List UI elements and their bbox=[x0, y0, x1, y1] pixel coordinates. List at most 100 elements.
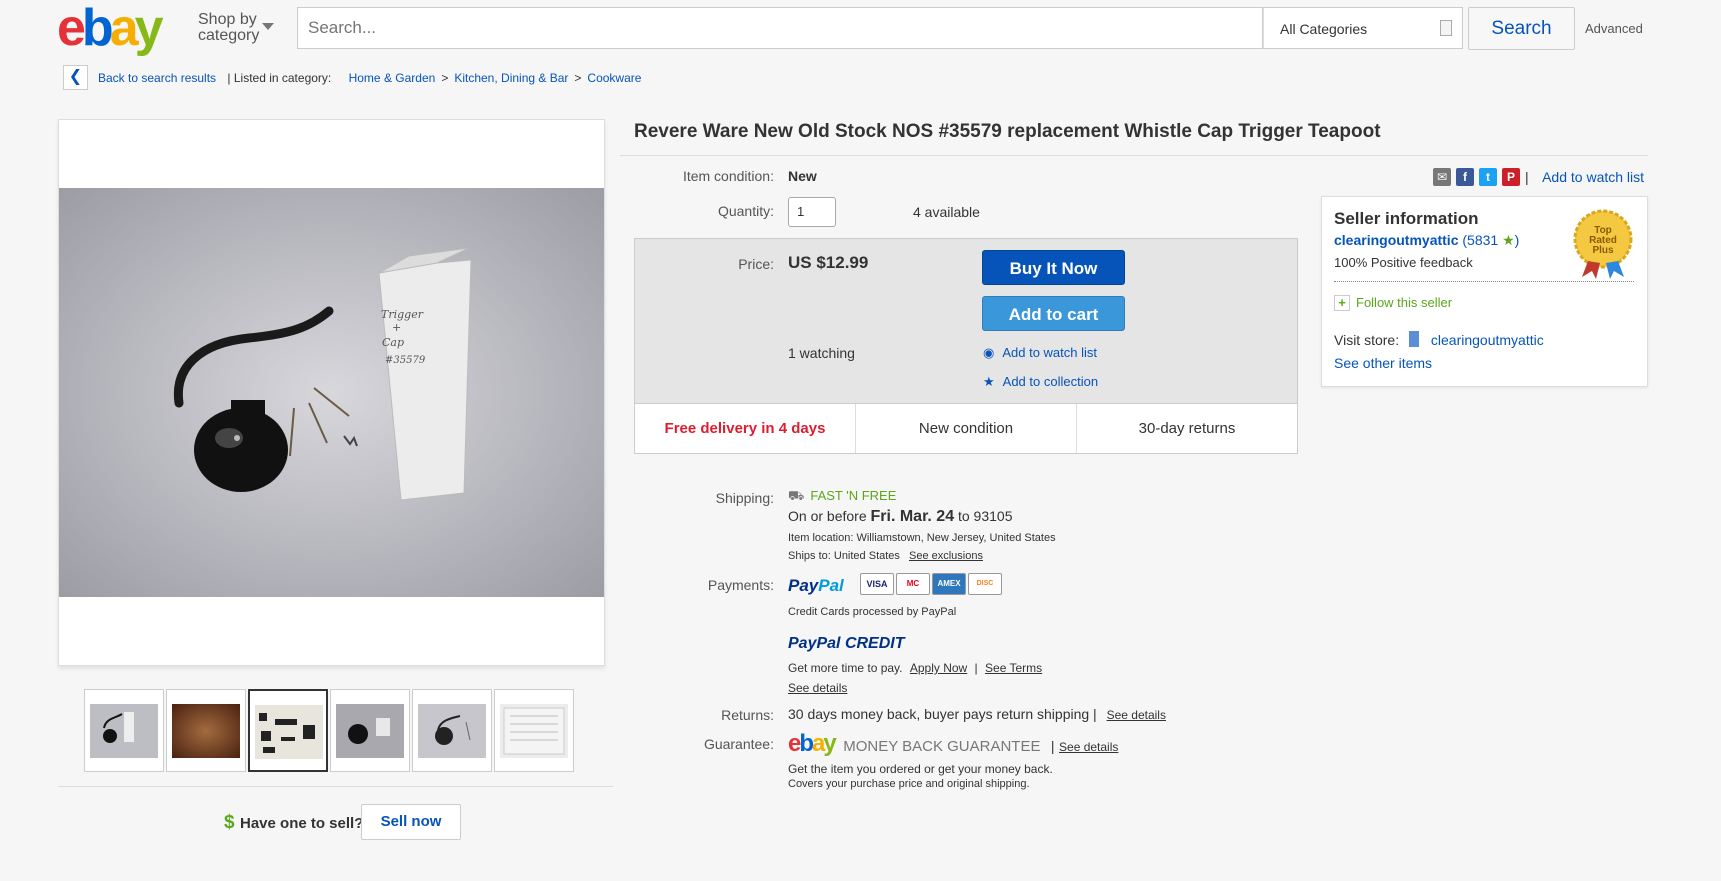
back-to-results-link[interactable]: Back to search results bbox=[98, 71, 216, 85]
quantity-input[interactable]: 1 bbox=[788, 197, 836, 227]
thumbnail-image bbox=[90, 704, 158, 758]
amex-icon: AMEX bbox=[932, 573, 966, 595]
thumbnail-1[interactable] bbox=[84, 689, 164, 772]
price-value: US $12.99 bbox=[788, 253, 869, 272]
breadcrumb-sep: > bbox=[441, 71, 449, 85]
thumbnail-image bbox=[255, 705, 323, 759]
sell-now-button[interactable]: Sell now bbox=[361, 804, 461, 840]
thumbnail-5[interactable] bbox=[412, 689, 492, 772]
add-to-watch-list-link[interactable]: ◉ Add to watch list bbox=[983, 345, 1097, 361]
watching-count: 1 watching bbox=[788, 345, 855, 361]
payments-label: Payments: bbox=[707, 577, 774, 593]
eta-to: to 93105 bbox=[957, 508, 1013, 524]
green-star-icon: ★ bbox=[1502, 232, 1515, 248]
card-logos: VISA MC AMEX DISC bbox=[860, 573, 1004, 595]
positive-feedback: 100% Positive feedback bbox=[1334, 255, 1473, 270]
listed-in-label: | Listed in category: bbox=[227, 71, 332, 85]
highlights-bar: Free delivery in 4 days New condition 30… bbox=[635, 403, 1297, 453]
badge-line-3: Plus bbox=[1592, 245, 1614, 256]
chevron-down-icon bbox=[262, 23, 274, 30]
quantity-label: Quantity: bbox=[717, 203, 774, 219]
follow-seller-link[interactable]: + Follow this seller bbox=[1334, 295, 1452, 311]
divider bbox=[58, 786, 613, 787]
thumbnail-3[interactable] bbox=[248, 689, 328, 772]
returns-line: 30 days money back, buyer pays return sh… bbox=[788, 706, 1166, 722]
fast-n-free: FAST 'N FREE bbox=[810, 488, 897, 503]
thumbnail-2[interactable] bbox=[166, 689, 246, 772]
returns-see-details-link[interactable]: See details bbox=[1107, 708, 1166, 722]
breadcrumb-home-garden[interactable]: Home & Garden bbox=[349, 71, 436, 85]
search-input[interactable] bbox=[298, 8, 1262, 48]
available-count: 4 available bbox=[913, 204, 980, 220]
box-text-3: Cap bbox=[382, 336, 404, 349]
returns-label: Returns: bbox=[721, 707, 774, 723]
shipping-label: Shipping: bbox=[715, 490, 774, 506]
ebay-logo[interactable]: ebay bbox=[57, 2, 185, 54]
add-to-watch-list-top[interactable]: Add to watch list bbox=[1542, 169, 1644, 185]
paypal-credit-logo: PayPal CREDIT bbox=[788, 635, 905, 653]
ebay-mini-logo: ebay bbox=[788, 730, 837, 757]
seller-name-link[interactable]: clearingoutmyattic bbox=[1334, 232, 1458, 248]
guarantee-line-1: Get the item you ordered or get your mon… bbox=[788, 762, 1053, 776]
guarantee-see-details-link[interactable]: See details bbox=[1059, 740, 1118, 754]
twitter-icon[interactable]: t bbox=[1479, 168, 1497, 186]
discover-icon: DISC bbox=[968, 573, 1002, 595]
have-one-to-sell: Have one to sell? bbox=[240, 815, 364, 832]
returns-text: 30 days money back, buyer pays return sh… bbox=[788, 706, 1097, 722]
thumbnail-image bbox=[172, 704, 240, 758]
location-label: Item location: bbox=[788, 532, 854, 544]
thumbnail-4[interactable] bbox=[330, 689, 410, 772]
breadcrumb-kitchen[interactable]: Kitchen, Dining & Bar bbox=[454, 71, 568, 85]
thumbnail-image bbox=[500, 704, 568, 758]
shop-by-category-button[interactable]: Shop by category bbox=[198, 12, 259, 44]
thumbnail-image bbox=[418, 704, 486, 758]
thumbnail-6[interactable] bbox=[494, 689, 574, 772]
email-icon[interactable]: ✉ bbox=[1433, 168, 1451, 186]
buy-it-now-button[interactable]: Buy It Now bbox=[982, 250, 1125, 285]
payments-see-details-link[interactable]: See details bbox=[788, 681, 847, 695]
logo-a: a bbox=[109, 0, 139, 57]
share-bar: ✉ f t P | Add to watch list bbox=[1433, 168, 1644, 186]
add-to-collection-label: Add to collection bbox=[1002, 374, 1099, 389]
pinterest-icon[interactable]: P bbox=[1502, 168, 1520, 186]
price-label: Price: bbox=[738, 256, 774, 272]
store-link[interactable]: clearingoutmyattic bbox=[1431, 332, 1544, 348]
search-box[interactable] bbox=[297, 7, 1263, 49]
add-to-cart-button[interactable]: Add to cart bbox=[982, 296, 1125, 331]
add-to-collection-link[interactable]: ★ Add to collection bbox=[983, 374, 1098, 390]
search-button[interactable]: Search bbox=[1468, 7, 1575, 50]
breadcrumb: Back to search results | Listed in categ… bbox=[98, 71, 641, 85]
box-text-2: + bbox=[392, 321, 401, 334]
score-close: ) bbox=[1514, 232, 1520, 248]
see-terms-link[interactable]: See Terms bbox=[985, 661, 1042, 675]
shipping-method: ⛟ FAST 'N FREE bbox=[788, 488, 896, 506]
money-back-guarantee: ebay MONEY BACK GUARANTEE | See details bbox=[788, 730, 1118, 758]
back-arrow-icon[interactable]: ❮ bbox=[63, 65, 88, 90]
item-title: Revere Ware New Old Stock NOS #35579 rep… bbox=[634, 121, 1381, 142]
breadcrumb-cookware[interactable]: Cookware bbox=[587, 71, 641, 85]
paypal-logo-pal: Pal bbox=[818, 576, 844, 595]
item-location: Item location: Williamstown, New Jersey,… bbox=[788, 532, 1056, 544]
star-icon: ★ bbox=[983, 374, 995, 389]
more-time-sep: | bbox=[974, 661, 978, 675]
visit-store-label: Visit store: bbox=[1334, 332, 1400, 348]
advanced-search-link[interactable]: Advanced bbox=[1585, 21, 1643, 36]
see-other-items-link[interactable]: See other items bbox=[1334, 355, 1432, 371]
item-photo[interactable]: Trigger + Cap #35579 bbox=[59, 188, 604, 597]
logo-b: b bbox=[81, 0, 114, 57]
see-exclusions-link[interactable]: See exclusions bbox=[909, 550, 983, 562]
category-select[interactable]: All Categories bbox=[1263, 7, 1463, 49]
dollar-icon: $ bbox=[224, 812, 235, 833]
facebook-icon[interactable]: f bbox=[1456, 168, 1474, 186]
feedback-score-link[interactable]: 5831 bbox=[1467, 232, 1498, 248]
paypal-logo: PayPal bbox=[788, 576, 844, 596]
main-image-panel[interactable]: Trigger + Cap #35579 bbox=[58, 119, 605, 666]
logo-y: y bbox=[134, 0, 164, 57]
location-value: Williamstown, New Jersey, United States bbox=[856, 532, 1056, 544]
add-to-watch-list-label: Add to watch list bbox=[1002, 345, 1097, 360]
share-sep: | bbox=[1525, 169, 1529, 185]
apply-now-link[interactable]: Apply Now bbox=[910, 661, 967, 675]
new-condition: New condition bbox=[856, 404, 1077, 453]
returns-30-day: 30-day returns bbox=[1138, 420, 1236, 437]
guarantee-line-2: Covers your purchase price and original … bbox=[788, 778, 1030, 790]
